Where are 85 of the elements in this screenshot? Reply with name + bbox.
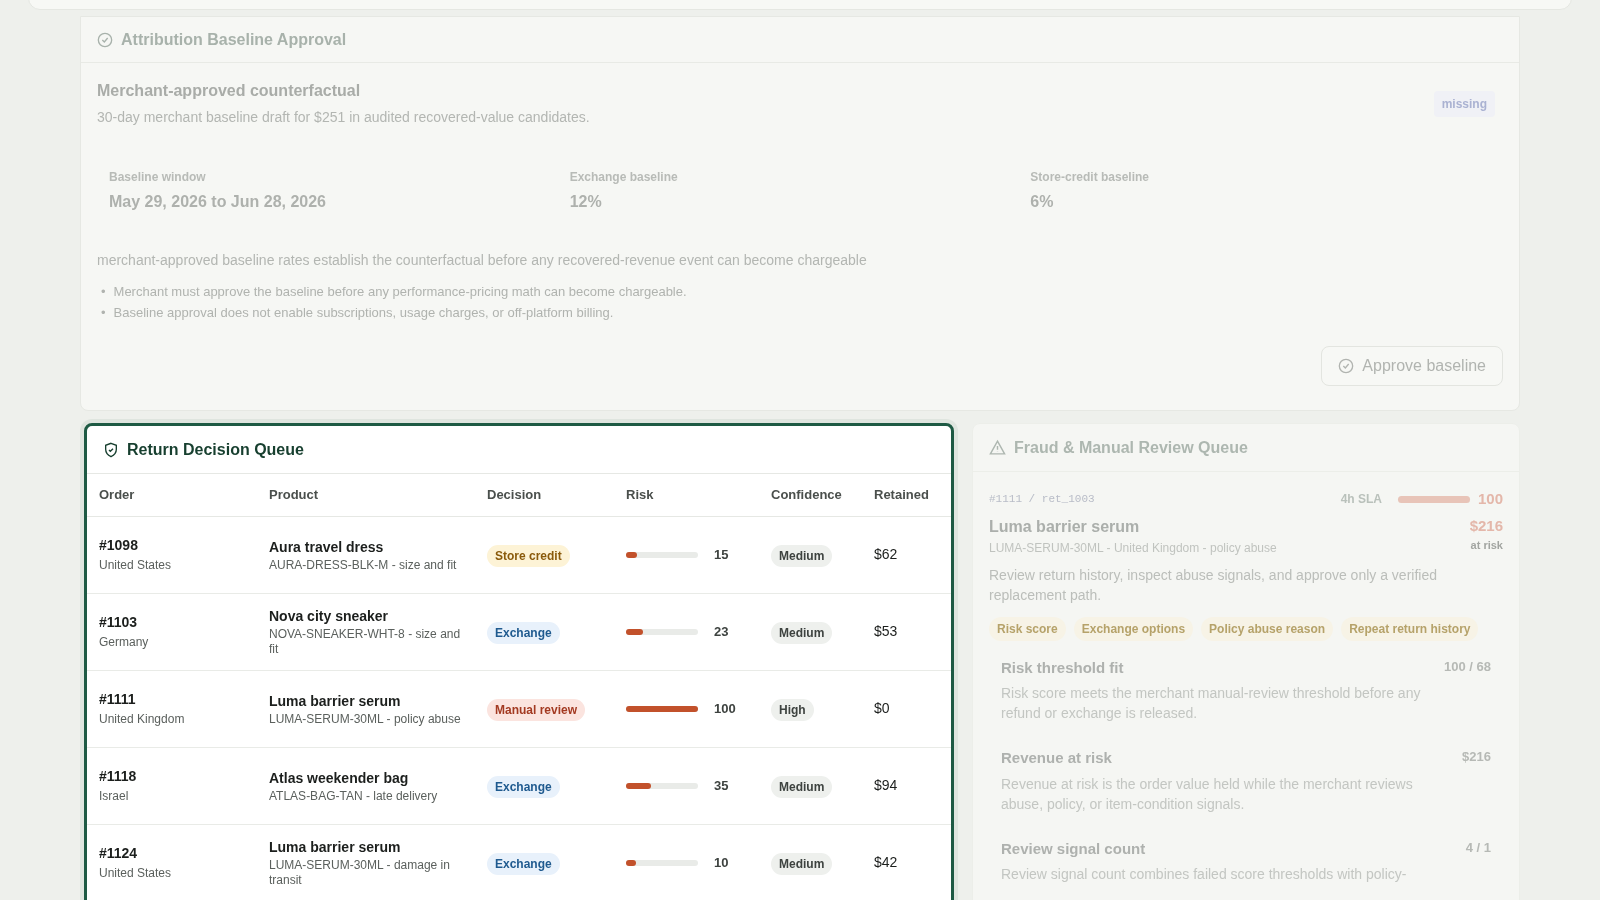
column-header: Product	[269, 474, 487, 516]
column-header: Risk	[626, 474, 771, 516]
order-number: #1124	[99, 844, 139, 863]
sla-label: 4h SLA	[1340, 491, 1382, 509]
section-title: Merchant-approved counterfactual	[97, 81, 362, 101]
section-description: 30-day merchant baseline draft for $251 in audited recovered-value candidates.	[97, 108, 590, 127]
stat-label: Baseline window	[109, 169, 207, 186]
confidence-badge: Medium	[771, 621, 833, 644]
status-badge: missing	[1433, 90, 1495, 117]
confidence-badge: Medium	[771, 544, 833, 567]
risk-score: 23	[714, 622, 729, 641]
signal-title: Risk threshold fit	[1001, 657, 1124, 678]
confidence-badge: Medium	[771, 775, 833, 798]
column-header: Confidence	[771, 474, 874, 516]
product-detail: AURA-DRESS-BLK-M - size and fit	[269, 557, 458, 573]
product-name: Luma barrier serum	[269, 838, 402, 857]
signal-tag: Policy abuse reason	[1201, 616, 1334, 641]
order-country: United States	[99, 557, 173, 574]
signal-tag: Exchange options	[1073, 616, 1194, 641]
shield-icon	[103, 441, 119, 458]
risk-score: 10	[714, 853, 729, 872]
signal-title: Review signal count	[1001, 838, 1146, 859]
product-detail: NOVA-SNEAKER-WHT-8 - size and fit	[269, 627, 462, 657]
panel-title: Return Decision Queue	[127, 439, 304, 460]
signal-value: 4 / 1	[1465, 838, 1491, 857]
review-instruction: Review return history, inspect abuse signals, and approve only a verified replacement path.	[989, 565, 1438, 605]
signal-title: Revenue at risk	[1001, 748, 1112, 768]
bullet-text: Baseline approval does not enable subscriptions, usage charges, or off-platform billing.	[113, 304, 614, 322]
check-circle-icon	[1338, 358, 1355, 374]
risk-amount-label: at risk	[1469, 538, 1503, 553]
decision-badge: Exchange	[487, 775, 560, 798]
panel-title: Attribution Baseline Approval	[121, 29, 347, 50]
confidence-badge: Medium	[771, 852, 833, 875]
bullet-marker: •	[101, 283, 106, 301]
risk-score: 35	[714, 776, 729, 795]
approve-button[interactable]: Approve baseline	[1321, 346, 1503, 386]
bullet-text: Merchant must approve the baseline before any performance-pricing math can become chargeable.	[113, 283, 687, 301]
stat-value: May 29, 2026 to Jun 28, 2026	[109, 192, 327, 212]
column-header: Decision	[487, 474, 626, 516]
signal-value: 100 / 68	[1444, 657, 1491, 676]
decision-badge: Exchange	[487, 852, 560, 875]
column-header: Retained	[874, 474, 951, 516]
signal-tag: Risk score	[989, 616, 1066, 641]
retained-amount: $53	[874, 593, 951, 670]
risk-amount: $216	[1469, 515, 1503, 536]
retained-amount: $62	[874, 516, 951, 593]
signal-value: $216	[1462, 748, 1491, 766]
product-detail: LUMA-SERUM-30ML - damage in transit	[269, 858, 451, 888]
product-detail: LUMA-SERUM-30ML - policy abuse	[269, 711, 462, 727]
decision-badge: Exchange	[487, 621, 560, 644]
confidence-badge: High	[771, 698, 814, 721]
baseline-note: merchant-approved baseline rates establish the counterfactual before any recovered-revenue event can become chargeable	[97, 251, 868, 270]
order-country: United States	[99, 865, 173, 882]
retained-amount: $94	[874, 747, 951, 824]
risk-score: 15	[714, 545, 729, 564]
risk-score: 100	[1477, 489, 1503, 509]
return-reference: #1111 / ret_1003	[989, 492, 1095, 507]
column-header: Order	[87, 474, 269, 516]
stat-label: Store-credit baseline	[1030, 169, 1151, 186]
retained-amount: $42	[874, 824, 951, 900]
stat-value: 6%	[1030, 192, 1055, 212]
order-number: #1111	[99, 690, 137, 709]
decision-badge: Store credit	[487, 544, 570, 567]
product-name: Aura travel dress	[269, 537, 385, 557]
check-circle-icon	[97, 31, 113, 48]
product-name: Nova city sneaker	[269, 607, 390, 626]
product-detail: ATLAS-BAG-TAN - late delivery	[269, 788, 439, 804]
signal-tag: Repeat return history	[1341, 616, 1479, 641]
warning-icon	[989, 439, 1006, 456]
order-number: #1103	[99, 613, 139, 632]
order-country: Germany	[99, 634, 150, 651]
panel-title: Fraud & Manual Review Queue	[1014, 437, 1248, 458]
order-number: #1098	[99, 536, 139, 555]
stat-value: 12%	[569, 192, 603, 212]
stat-label: Exchange baseline	[569, 169, 679, 186]
product-name: Luma barrier serum	[269, 691, 402, 711]
order-number: #1118	[99, 767, 138, 786]
decision-badge: Manual review	[487, 698, 586, 721]
product-name: Atlas weekender bag	[269, 768, 410, 788]
bullet-marker: •	[101, 304, 106, 322]
risk-score: 100	[714, 699, 736, 718]
order-country: Israel	[99, 788, 130, 805]
product-name: Luma barrier serum	[989, 516, 1141, 537]
order-country: United Kingdom	[99, 711, 186, 728]
retained-amount: $0	[874, 670, 951, 747]
